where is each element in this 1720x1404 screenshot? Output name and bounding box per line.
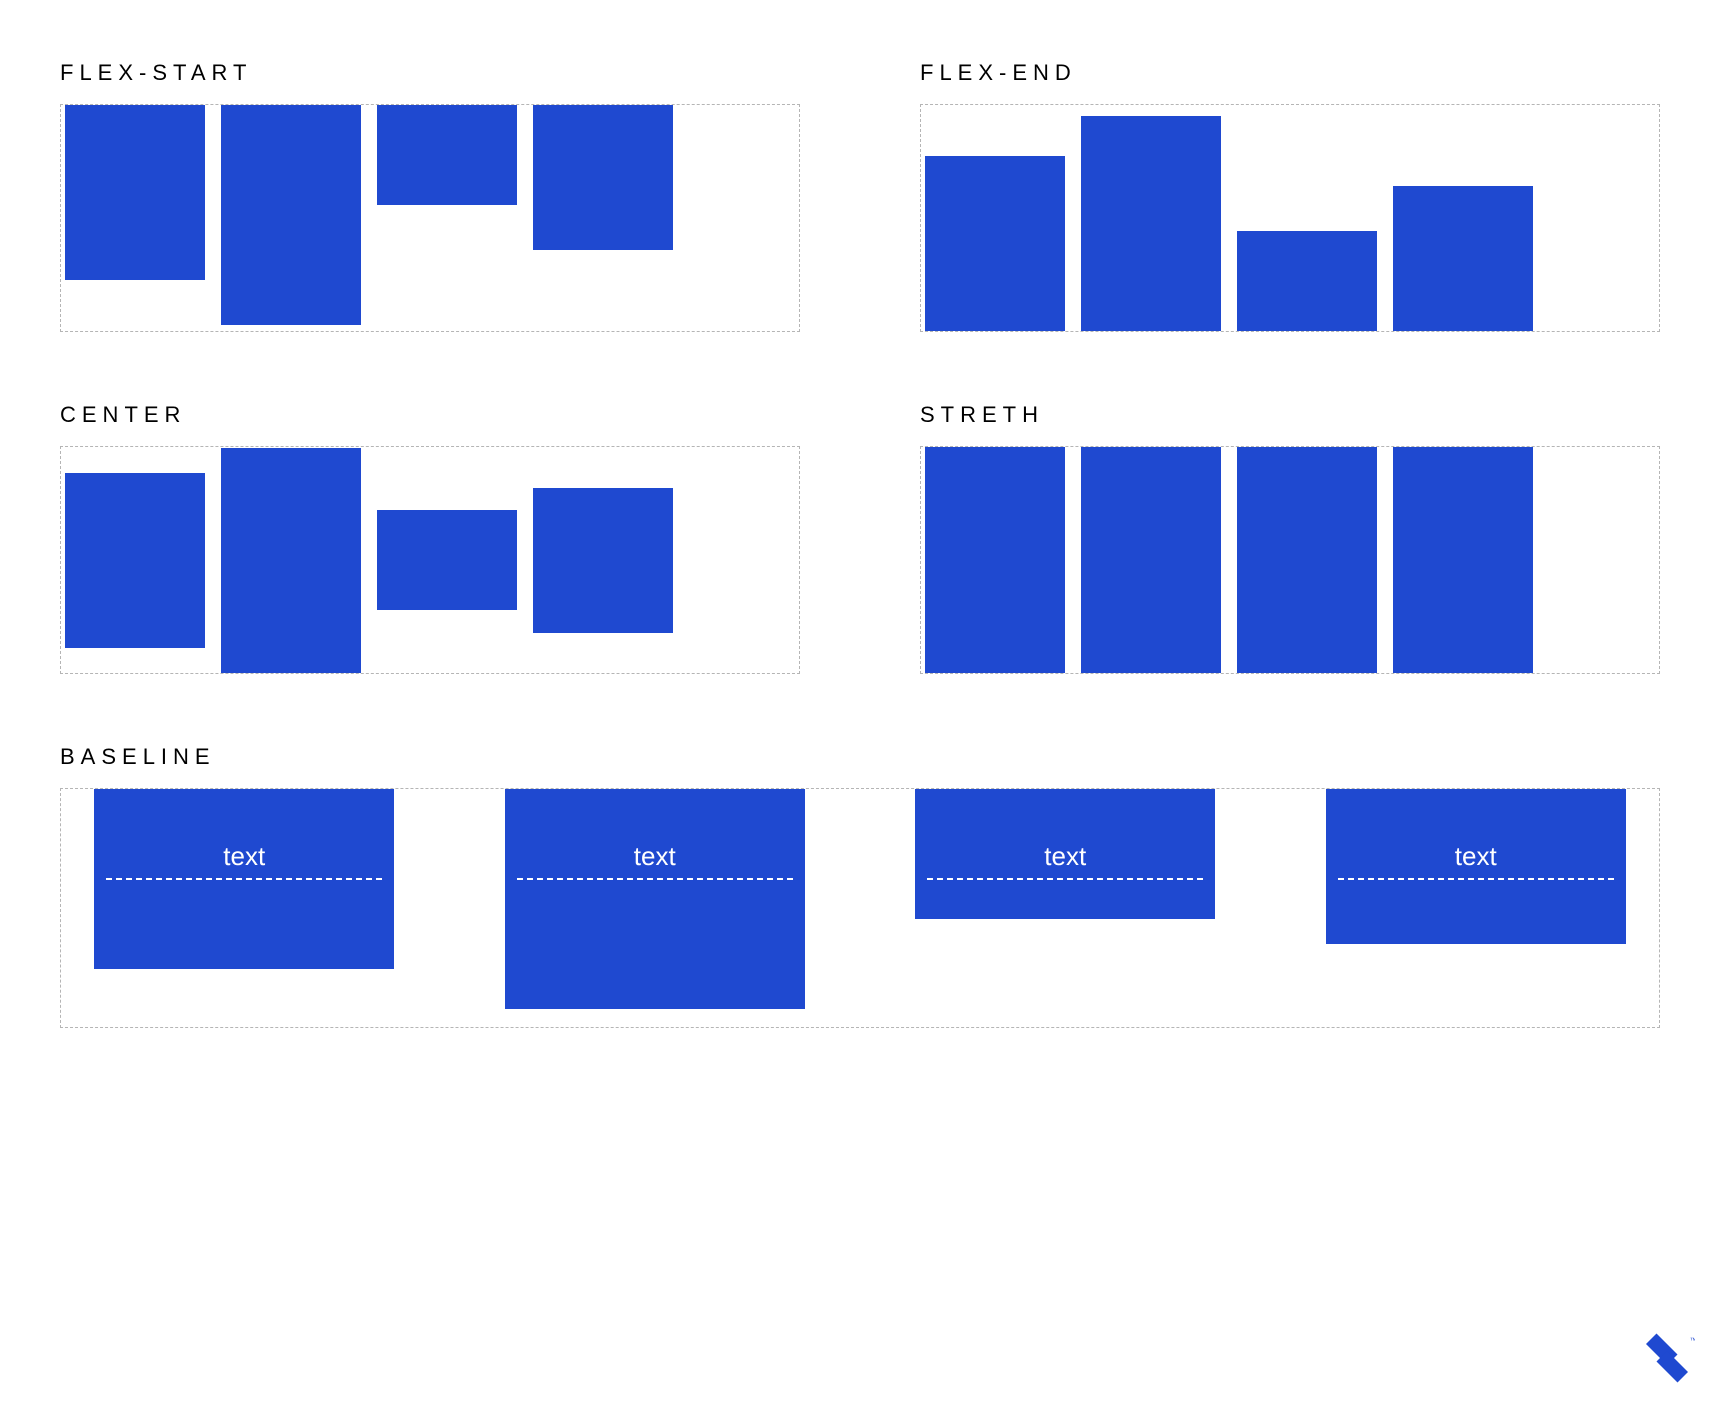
flex-item: text — [1326, 789, 1626, 944]
label-flex-end: FLEX-END — [920, 60, 1660, 86]
flex-item — [533, 488, 673, 633]
flex-item — [925, 156, 1065, 331]
flex-item — [1081, 116, 1221, 331]
container-stretch — [920, 446, 1660, 674]
flex-item — [221, 105, 361, 325]
flex-item — [1393, 186, 1533, 331]
flex-item — [65, 105, 205, 280]
container-center — [60, 446, 800, 674]
example-stretch: STRETH — [920, 402, 1660, 674]
flex-item — [221, 448, 361, 673]
flex-item: text — [505, 789, 805, 1009]
flex-item — [377, 510, 517, 610]
label-center: CENTER — [60, 402, 800, 428]
flex-item — [533, 105, 673, 250]
label-flex-start: FLEX-START — [60, 60, 800, 86]
container-flex-end — [920, 104, 1660, 332]
trademark-symbol: ™ — [1690, 1337, 1695, 1344]
toptal-logo-icon: ™ — [1639, 1330, 1695, 1386]
flex-item — [377, 105, 517, 205]
container-flex-start — [60, 104, 800, 332]
flex-item — [925, 447, 1065, 673]
baseline-text: text — [1338, 789, 1614, 880]
flex-item — [1081, 447, 1221, 673]
example-center: CENTER — [60, 402, 800, 674]
examples-grid: FLEX-START FLEX-END CENTER STRETH — [60, 60, 1660, 674]
example-flex-end: FLEX-END — [920, 60, 1660, 332]
baseline-text: text — [106, 789, 382, 880]
flex-item: text — [94, 789, 394, 969]
label-stretch: STRETH — [920, 402, 1660, 428]
example-flex-start: FLEX-START — [60, 60, 800, 332]
baseline-text: text — [927, 789, 1203, 880]
flex-item — [1393, 447, 1533, 673]
flex-item — [1237, 231, 1377, 331]
flex-item — [1237, 447, 1377, 673]
container-baseline: text text text text — [60, 788, 1660, 1028]
example-baseline: BASELINE text text text text — [60, 744, 1660, 1028]
baseline-text: text — [517, 789, 793, 880]
flex-item — [65, 473, 205, 648]
flex-item: text — [915, 789, 1215, 919]
label-baseline: BASELINE — [60, 744, 1660, 770]
